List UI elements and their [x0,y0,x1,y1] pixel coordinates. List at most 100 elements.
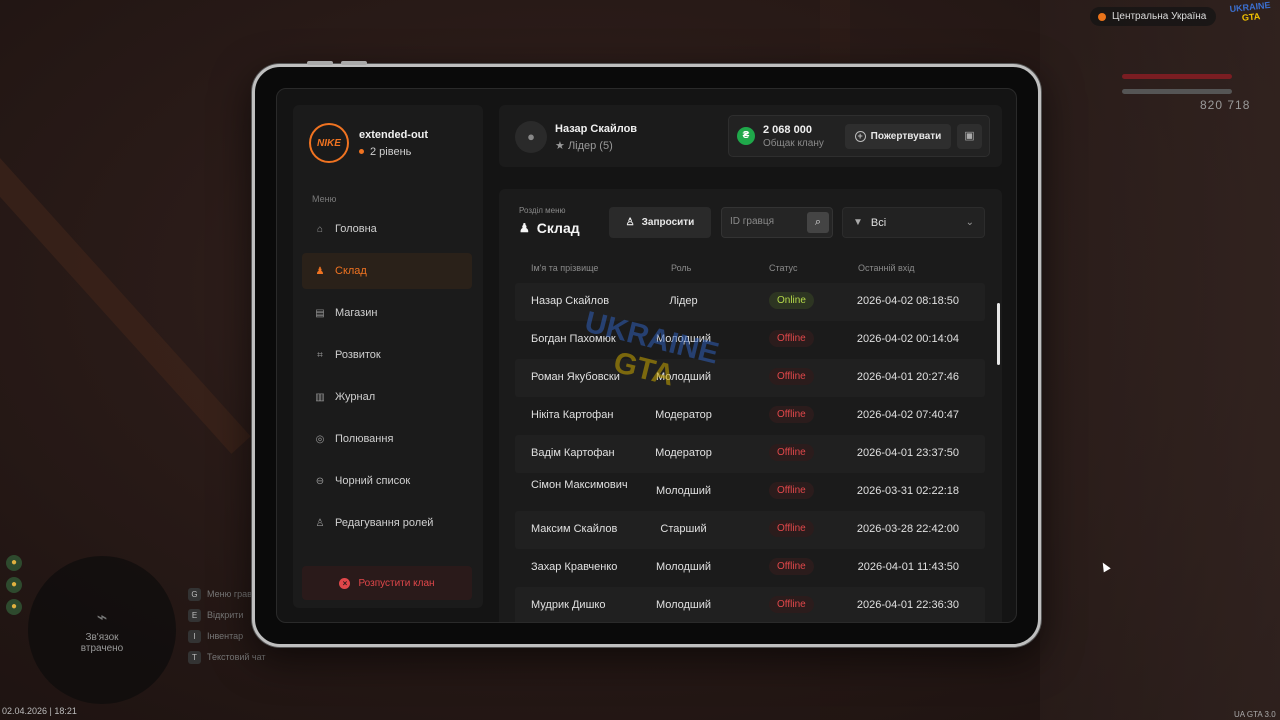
member-last-login: 2026-04-02 07:40:47 [856,409,959,421]
hotkey-label: Відкрити [207,610,244,620]
hryvnia-icon: ₴ [737,127,755,145]
scrollbar[interactable] [997,303,1000,365]
sidebar-item-7[interactable]: ♙ Редагування ролей [302,505,472,541]
player-id-input[interactable] [730,216,800,227]
plus-icon: + [854,131,866,142]
member-last-login: 2026-04-01 11:43:50 [857,561,959,573]
tablet-screen: NIKE extended-out 2 рівень Меню ⌂ Головна… [276,88,1017,623]
column-role: Роль [671,263,692,273]
hud-status-icons: ● ● ● [6,555,22,615]
sidebar-item-label: Полювання [335,433,394,445]
hotkey-key: I [188,630,201,643]
user-avatar-icon: ● [515,121,547,153]
minimap-status: Зв'язок втрачено [80,631,124,654]
status-badge: Offline [769,330,814,347]
hotkey-key: T [188,651,201,664]
member-last-login: 2026-03-28 22:42:00 [856,523,959,535]
member-role: Лідер [669,295,698,307]
level-dot-icon [359,149,364,154]
sidebar-item-label: Головна [335,223,377,235]
search-icon: ⌕ [814,216,822,228]
table-row[interactable]: Сімон Максимович Молодший Offline 2026-03-3… [515,473,985,511]
gift-icon: ▣ [964,130,975,142]
member-role: Молодший [655,333,712,345]
sidebar-item-label: Розвиток [335,349,381,361]
member-role: Модератор [655,447,712,459]
hotkey-label: Інвентар [207,631,244,641]
sidebar-item-label: Чорний список [335,475,411,487]
status-badge: Offline [769,482,814,499]
user-edit-icon: ♙ [315,517,325,529]
member-last-login: 2026-04-01 22:36:30 [856,599,959,611]
member-name: Сімон Максимович [531,479,628,491]
status-badge: Offline [769,406,814,423]
member-last-login: 2026-03-31 02:22:18 [856,485,959,497]
table-row[interactable]: Мудрик Дишко Молодший Offline 2026-04-01 22… [515,587,985,622]
invite-button[interactable]: ♙ Запросити [609,207,711,238]
hunger-icon: ● [6,555,22,571]
table-row[interactable]: Роман Якубовски Молодший Offline 2026-04-01… [515,359,985,397]
table-header: Ім'я та прізвище Роль Статус Останній вх… [515,263,985,277]
column-last-login: Останній вхід [858,263,915,273]
member-name: Захар Кравченко [531,561,618,573]
hotkey-label: Текстовий чат [207,652,266,662]
hud-region-label: Центральна Україна [1112,11,1207,22]
sidebar-item-5[interactable]: ◎ Полювання [302,421,472,457]
shop-icon: ▤ [315,307,325,319]
group-icon: ♟ [519,221,530,235]
status-badge: Offline [769,444,814,461]
menu-title: Меню [312,194,337,204]
donate-button[interactable]: + Пожертвувати [845,124,951,149]
search-box: ⌕ [721,207,833,238]
hotkey-key: G [188,588,201,601]
clan-bank: ₴ 2 068 000 Общак клану + Пожертвувати ▣ [728,115,990,157]
members-table: Назар Скайлов Лідер Online 2026-04-02 08:18… [515,283,985,622]
search-button[interactable]: ⌕ [807,212,829,233]
status-badge: Offline [769,596,814,613]
clan-level: 2 рівень [359,146,428,158]
sidebar-item-2[interactable]: ▤ Магазин [302,295,472,331]
disband-label: Розпустити клан [358,577,435,589]
sidebar-item-label: Редагування ролей [335,517,434,529]
table-row[interactable]: Захар Кравченко Молодший Offline 2026-04-01… [515,549,985,587]
status-badge: Online [769,292,814,309]
sidebar-item-4[interactable]: ▥ Журнал [302,379,472,415]
member-role: Молодший [655,371,712,383]
game-logo: UKRAINE GTA [1229,0,1271,23]
member-name: Максим Скайлов [531,523,618,535]
sidebar-item-0[interactable]: ⌂ Головна [302,211,472,247]
group-icon: ♟ [315,265,325,277]
chevron-down-icon: ⌄ [965,217,974,228]
sidebar-item-label: Магазин [335,307,378,319]
sidebar-item-6[interactable]: ⊖ Чорний список [302,463,472,499]
clan-level-label: 2 рівень [370,145,412,158]
sidebar: NIKE extended-out 2 рівень Меню ⌂ Головна… [293,105,483,608]
table-row[interactable]: Нікіта Картофан Модератор Offline 2026-04-0… [515,397,985,435]
table-row[interactable]: Назар Скайлов Лідер Online 2026-04-02 08:18… [515,283,985,321]
section-subtitle: Розділ меню [519,206,566,215]
bank-label: Общак клану [763,138,824,149]
table-row[interactable]: Максим Скайлов Старший Offline 2026-03-28 2… [515,511,985,549]
member-name: Вадім Картофан [531,447,615,459]
sidebar-item-3[interactable]: ⌗ Розвиток [302,337,472,373]
table-row[interactable]: Богдан Пахомюк Молодший Offline 2026-04-02 … [515,321,985,359]
user-header: ● Назар Скайлов ★ Лідер (5) ₴ 2 068 000 … [499,105,1002,167]
filter-icon: ▼ [853,217,863,228]
disband-clan-button[interactable]: × Розпустити клан [302,566,472,600]
block-icon: ⊖ [315,475,325,487]
gift-button[interactable]: ▣ [957,124,982,149]
user-name: Назар Скайлов [555,123,638,135]
member-role: Молодший [655,485,712,497]
table-row[interactable]: Вадім Картофан Модератор Offline 2026-04-01… [515,435,985,473]
armor-bar [1122,89,1232,94]
clan-tablet: NIKE extended-out 2 рівень Меню ⌂ Головна… [252,61,1041,647]
hotkey-hint: I Інвентар [188,630,266,643]
book-icon: ▥ [315,391,325,403]
sidebar-item-1[interactable]: ♟ Склад [302,253,472,289]
energy-icon: ● [6,599,22,615]
status-filter-select[interactable]: ▼ Всі ⌄ [842,207,985,238]
region-dot-icon [1098,12,1106,21]
home-icon: ⌂ [316,223,324,235]
member-last-login: 2026-04-01 23:37:50 [856,447,959,459]
hotkey-hint: T Текстовий чат [188,651,266,664]
